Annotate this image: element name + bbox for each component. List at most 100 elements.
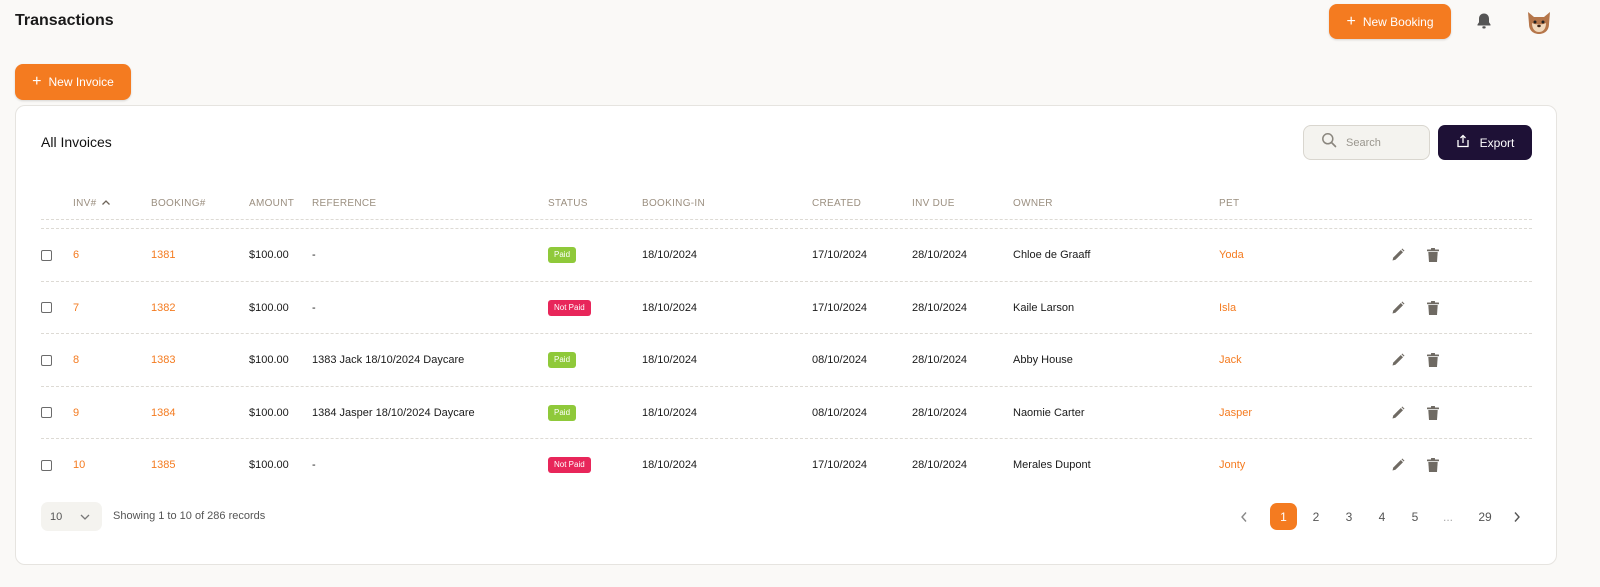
cell-inv-due: 28/10/2024	[912, 301, 968, 314]
notification-bell-icon[interactable]	[1474, 11, 1494, 31]
row-checkbox[interactable]	[41, 354, 52, 366]
cell-booking-in: 18/10/2024	[642, 249, 698, 261]
column-inv-label: INV#	[73, 198, 97, 209]
column-header-status[interactable]: STATUS	[548, 198, 588, 209]
cell-owner: Naomie Carter	[1013, 406, 1085, 419]
sort-ascending-icon[interactable]	[101, 198, 111, 209]
page-button-4[interactable]: 4	[1370, 503, 1394, 530]
new-booking-button[interactable]: + New Booking	[1329, 4, 1451, 39]
cell-select	[41, 334, 52, 386]
page-button-3[interactable]: 3	[1337, 503, 1361, 530]
edit-pencil-icon[interactable]	[1389, 456, 1407, 474]
column-header-owner[interactable]: OWNER	[1013, 198, 1053, 209]
previous-page-icon[interactable]	[1238, 503, 1250, 530]
cell-status: Not Paid	[548, 439, 591, 491]
column-header-pet[interactable]: PET	[1219, 198, 1239, 209]
cell-delete	[1424, 282, 1442, 334]
export-button[interactable]: Export	[1438, 125, 1532, 160]
cell-amount: $100.00	[249, 249, 289, 261]
page-button-1[interactable]: 1	[1270, 503, 1297, 530]
cell-inv[interactable]: 6	[73, 229, 79, 281]
cell-inv[interactable]: 7	[73, 282, 79, 334]
cell-inv[interactable]: 10	[73, 439, 85, 491]
edit-pencil-icon[interactable]	[1389, 404, 1407, 422]
row-checkbox[interactable]	[41, 249, 52, 261]
column-header-created[interactable]: CREATED	[812, 198, 861, 209]
new-invoice-label: New Invoice	[48, 75, 114, 89]
page-button-5[interactable]: 5	[1403, 503, 1427, 530]
cell-status: Paid	[548, 387, 577, 439]
cell-pet[interactable]: Jack	[1219, 334, 1242, 386]
cell-amount: $100.00	[249, 301, 289, 314]
cell-select	[41, 229, 52, 281]
cell-amount: $100.00	[249, 354, 289, 366]
column-header-reference[interactable]: REFERENCE	[312, 198, 376, 209]
column-header-inv[interactable]: INV#	[73, 198, 111, 209]
delete-trash-icon[interactable]	[1424, 246, 1442, 264]
column-header-booking[interactable]: BOOKING#	[151, 198, 206, 209]
table-row[interactable]: 9 1384 $100.00 1384 Jasper 18/10/2024 Dayca…	[41, 385, 1532, 439]
table-header: INV# BOOKING# AMOUNT REFERENCE STATUS BO…	[41, 194, 1532, 220]
cell-booking[interactable]: 1383	[151, 334, 175, 386]
cell-pet[interactable]: Jonty	[1219, 439, 1245, 491]
cell-pet[interactable]: Yoda	[1219, 229, 1244, 281]
cell-select	[41, 282, 52, 334]
cell-pet[interactable]: Jasper	[1219, 387, 1252, 439]
new-invoice-button[interactable]: + New Invoice	[15, 64, 131, 100]
search-icon	[1321, 132, 1337, 153]
delete-trash-icon[interactable]	[1424, 299, 1442, 317]
page-size-select[interactable]: 10	[41, 502, 102, 531]
page-button-29[interactable]: 29	[1471, 503, 1499, 530]
cell-status: Not Paid	[548, 282, 591, 334]
search-box[interactable]	[1303, 125, 1430, 160]
row-checkbox[interactable]	[41, 302, 52, 313]
delete-trash-icon[interactable]	[1424, 351, 1442, 369]
table-row[interactable]: 8 1383 $100.00 1383 Jack 18/10/2024 Daycare…	[41, 333, 1532, 386]
status-badge: Not Paid	[548, 299, 591, 316]
cell-edit	[1389, 229, 1407, 281]
edit-pencil-icon[interactable]	[1389, 246, 1407, 264]
upload-icon	[1456, 134, 1470, 151]
cell-delete	[1424, 229, 1442, 281]
status-badge: Paid	[548, 352, 577, 368]
row-checkbox[interactable]	[41, 459, 52, 471]
cell-owner: Kaile Larson	[1013, 301, 1075, 314]
next-page-icon[interactable]	[1510, 503, 1524, 530]
page-button-2[interactable]: 2	[1304, 503, 1328, 530]
edit-pencil-icon[interactable]	[1389, 299, 1407, 317]
cell-booking[interactable]: 1384	[151, 387, 175, 439]
cell-edit	[1389, 387, 1407, 439]
cell-inv[interactable]: 9	[73, 387, 79, 439]
plus-icon: +	[1346, 12, 1356, 30]
cell-edit	[1389, 282, 1407, 334]
cell-booking-in: 18/10/2024	[642, 459, 698, 471]
column-header-booking-in[interactable]: BOOKING-IN	[642, 198, 705, 209]
cell-owner: Chloe de Graaff	[1013, 249, 1091, 261]
column-header-inv-due[interactable]: INV DUE	[912, 198, 955, 209]
delete-trash-icon[interactable]	[1424, 456, 1442, 474]
cell-booking[interactable]: 1382	[151, 282, 175, 334]
cell-select	[41, 439, 52, 491]
cell-reference: -	[312, 459, 316, 471]
cell-booking[interactable]: 1381	[151, 229, 175, 281]
cell-pet[interactable]: Isla	[1219, 282, 1236, 334]
cell-reference: -	[312, 301, 316, 314]
column-header-amount[interactable]: AMOUNT	[249, 198, 294, 209]
table-row[interactable]: 10 1385 $100.00 - 18/10/2024 17/10/2024 28/10/…	[41, 438, 1532, 491]
table-row[interactable]: 7 1382 $100.00 - 18/10/2024 17/10/2024 28/10/2…	[41, 280, 1532, 334]
cell-owner: Merales Dupont	[1013, 459, 1091, 471]
cell-reference: -	[312, 249, 316, 261]
user-avatar[interactable]	[1524, 8, 1554, 36]
search-input[interactable]	[1346, 136, 1416, 149]
cell-inv[interactable]: 8	[73, 334, 79, 386]
edit-pencil-icon[interactable]	[1389, 351, 1407, 369]
table-row[interactable]: 6 1381 $100.00 - 18/10/2024 17/10/2024 28/10/2…	[41, 228, 1532, 281]
page-ellipsis: ...	[1442, 509, 1453, 524]
cell-booking[interactable]: 1385	[151, 439, 175, 491]
cell-edit	[1389, 334, 1407, 386]
cell-inv-due: 28/10/2024	[912, 249, 968, 261]
cell-delete	[1424, 334, 1442, 386]
delete-trash-icon[interactable]	[1424, 404, 1442, 422]
cell-status: Paid	[548, 334, 577, 386]
row-checkbox[interactable]	[41, 407, 52, 418]
